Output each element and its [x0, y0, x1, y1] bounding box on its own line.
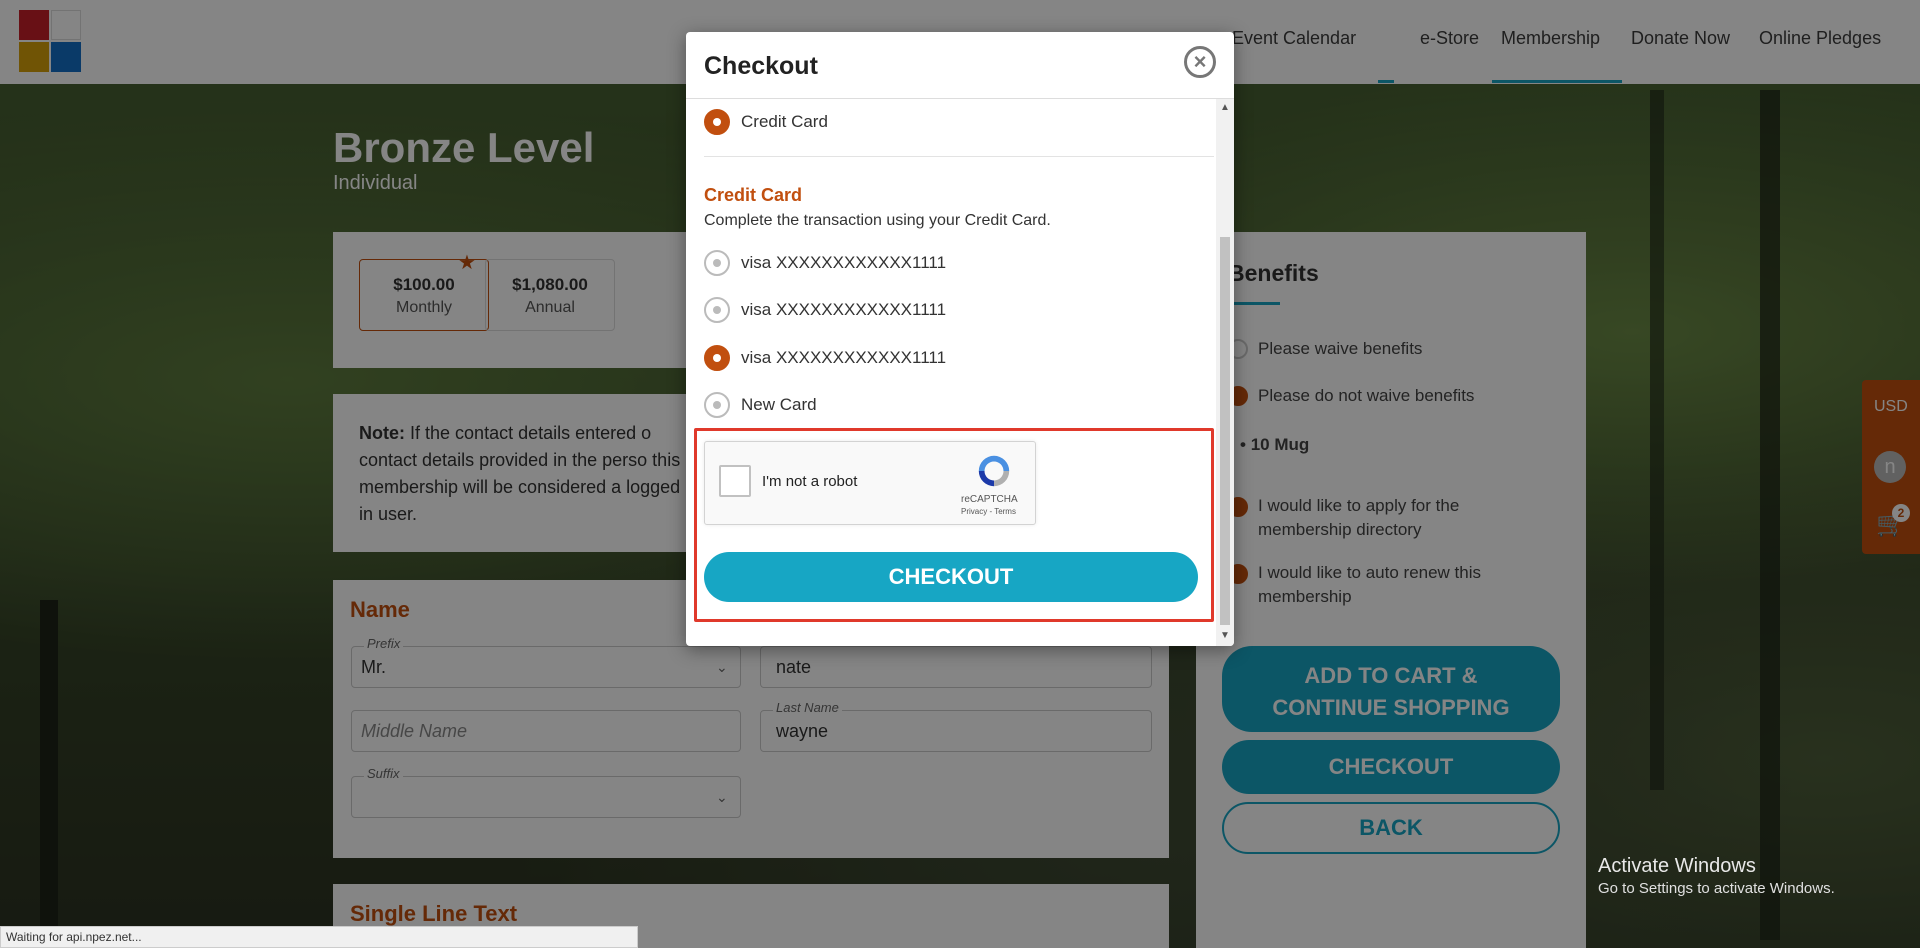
- saved-card-radio-selected[interactable]: [704, 345, 730, 371]
- radio-dot: [713, 354, 721, 362]
- radio-dot: [713, 118, 721, 126]
- recaptcha-label: I'm not a robot: [762, 473, 858, 490]
- radio-dot: [713, 306, 721, 314]
- recaptcha-checkbox[interactable]: [719, 465, 751, 497]
- modal-title: Checkout: [704, 52, 818, 80]
- radio-dot: [713, 259, 721, 267]
- modal-scroll-thumb[interactable]: [1220, 237, 1230, 625]
- credit-card-description: Complete the transaction using your Cred…: [704, 212, 1051, 229]
- credit-card-title: Credit Card: [704, 185, 803, 205]
- modal-checkout-button[interactable]: CHECKOUT: [704, 552, 1198, 602]
- new-card-label: New Card: [741, 395, 817, 414]
- recaptcha-logo-icon: [978, 455, 1010, 487]
- modal-header-divider: [686, 98, 1234, 99]
- scroll-up-arrow-icon[interactable]: ▲: [1220, 102, 1230, 113]
- close-icon[interactable]: ×: [1184, 46, 1216, 78]
- windows-activation-title: Activate Windows: [1598, 855, 1756, 877]
- modal-separator: [704, 156, 1214, 157]
- new-card-radio[interactable]: [704, 392, 730, 418]
- saved-card-radio[interactable]: [704, 250, 730, 276]
- browser-status-bar: Waiting for api.npez.net...: [0, 926, 638, 948]
- windows-activation-subtitle: Go to Settings to activate Windows.: [1598, 880, 1835, 897]
- recaptcha-widget: I'm not a robot reCAPTCHA Privacy - Term…: [704, 441, 1036, 525]
- checkout-modal: Checkout × Credit Card Credit Card Compl…: [686, 32, 1234, 646]
- saved-card-label: visa XXXXXXXXXXXX1111: [741, 253, 947, 272]
- saved-card-label: visa XXXXXXXXXXXX1111: [741, 300, 947, 319]
- saved-card-radio[interactable]: [704, 297, 730, 323]
- payment-method-label: Credit Card: [741, 112, 828, 131]
- saved-card-label: visa XXXXXXXXXXXX1111: [741, 348, 947, 367]
- recaptcha-privacy-terms-link[interactable]: Privacy - Terms: [961, 507, 1016, 516]
- radio-dot: [713, 401, 721, 409]
- payment-method-radio[interactable]: [704, 109, 730, 135]
- scroll-down-arrow-icon[interactable]: ▼: [1220, 630, 1230, 641]
- recaptcha-brand: reCAPTCHA: [961, 494, 1018, 505]
